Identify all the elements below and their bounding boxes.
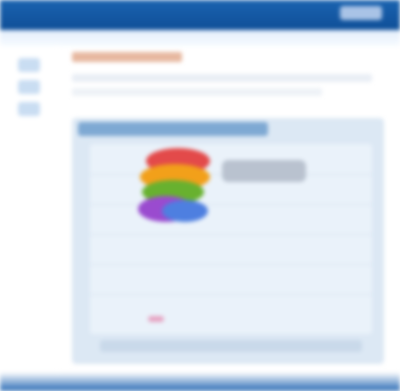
- panel-header: [78, 122, 268, 136]
- left-sidebar: [0, 46, 58, 391]
- list-row-divider: [90, 204, 372, 205]
- top-navigation-bar: [0, 0, 400, 30]
- avatar-icon[interactable]: [18, 102, 40, 116]
- secondary-bar: [0, 30, 400, 46]
- top-right-tab[interactable]: [340, 6, 382, 20]
- page-title: [72, 52, 182, 62]
- page-description-line: [72, 74, 372, 82]
- list-row-divider: [90, 294, 372, 295]
- item-label: [222, 160, 306, 182]
- menu-icon[interactable]: [18, 80, 40, 94]
- app-icon[interactable]: [18, 58, 40, 72]
- status-mark: [148, 316, 164, 322]
- blue-icon[interactable]: [162, 200, 208, 222]
- bottom-bar: [0, 372, 400, 391]
- list-row-divider: [90, 264, 372, 265]
- page-description-line: [72, 88, 322, 96]
- list-row-divider: [90, 234, 372, 235]
- panel-footer: [100, 340, 362, 352]
